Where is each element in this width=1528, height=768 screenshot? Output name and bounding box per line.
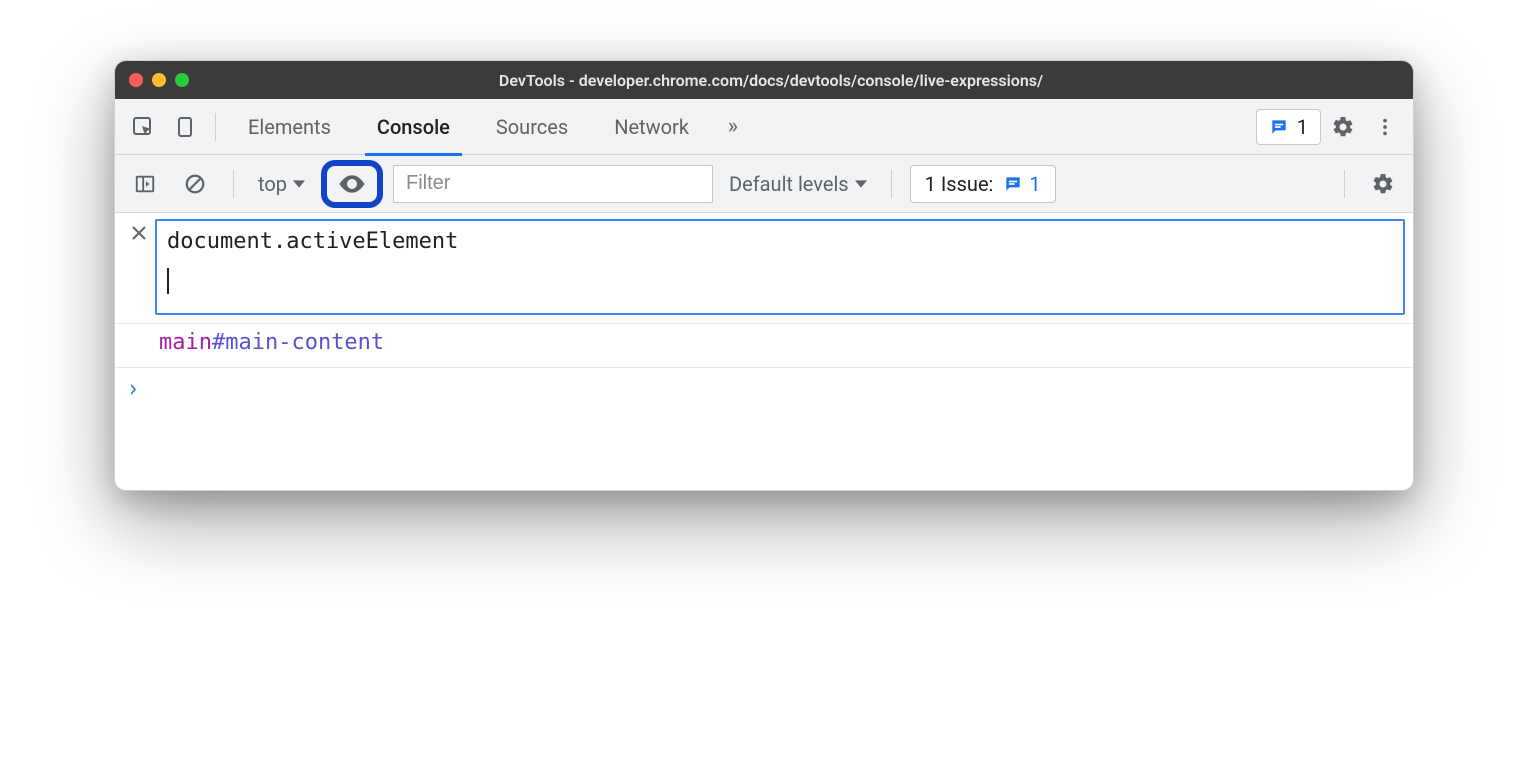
console-sidebar-toggle-icon[interactable]	[125, 164, 165, 204]
window-controls	[129, 73, 189, 87]
divider	[891, 170, 892, 198]
devtools-window: DevTools - developer.chrome.com/docs/dev…	[114, 60, 1414, 491]
close-window-button[interactable]	[129, 73, 143, 87]
issues-pill[interactable]: 1 Issue: 1	[910, 165, 1056, 203]
divider	[215, 113, 216, 141]
console-prompt[interactable]: ›	[115, 368, 1413, 490]
settings-gear-icon[interactable]	[1323, 107, 1363, 147]
divider	[233, 170, 234, 198]
clear-console-icon[interactable]	[175, 164, 215, 204]
titlebar: DevTools - developer.chrome.com/docs/dev…	[115, 61, 1413, 99]
more-menu-icon[interactable]	[1365, 107, 1405, 147]
main-tabs: Elements Console Sources Network » 1	[115, 99, 1413, 155]
tab-sources[interactable]: Sources	[474, 99, 590, 155]
expression-text: document.activeElement	[167, 229, 1393, 254]
live-expression-row: document.activeElement	[115, 213, 1413, 324]
divider	[1344, 170, 1345, 198]
chat-icon	[1003, 174, 1023, 194]
create-live-expression-button[interactable]	[321, 160, 383, 208]
inspect-element-icon[interactable]	[123, 107, 163, 147]
remove-live-expression-button[interactable]	[123, 219, 155, 315]
header-issues-badge[interactable]: 1	[1256, 109, 1321, 145]
chevron-down-icon	[855, 178, 867, 190]
context-label: top	[258, 172, 287, 196]
tab-console[interactable]: Console	[355, 99, 472, 155]
chevron-down-icon	[293, 178, 305, 190]
result-id: #main-content	[212, 330, 384, 355]
maximize-window-button[interactable]	[175, 73, 189, 87]
chat-icon	[1269, 117, 1289, 137]
prompt-chevron-icon: ›	[127, 374, 139, 403]
console-settings-gear-icon[interactable]	[1363, 164, 1403, 204]
tab-elements[interactable]: Elements	[226, 99, 353, 155]
issues-label: 1 Issue:	[925, 172, 994, 196]
console-body: document.activeElement main#main-content…	[115, 213, 1413, 490]
tabs-overflow-icon[interactable]: »	[713, 107, 753, 147]
result-tag: main	[159, 330, 212, 355]
console-toolbar: top Default levels 1 Issue: 1	[115, 155, 1413, 213]
window-title: DevTools - developer.chrome.com/docs/dev…	[199, 71, 1343, 90]
device-toolbar-icon[interactable]	[165, 107, 205, 147]
tab-network[interactable]: Network	[592, 99, 711, 155]
levels-label: Default levels	[729, 172, 849, 196]
live-expression-editor[interactable]: document.activeElement	[155, 219, 1405, 315]
execution-context-selector[interactable]: top	[252, 172, 311, 196]
header-issues-count: 1	[1297, 115, 1308, 139]
eye-icon	[337, 169, 367, 199]
filter-input[interactable]	[393, 165, 713, 203]
live-expression-result[interactable]: main#main-content	[115, 324, 1413, 368]
minimize-window-button[interactable]	[152, 73, 166, 87]
issues-count: 1	[1029, 172, 1040, 196]
text-cursor	[167, 268, 169, 294]
close-icon	[131, 225, 147, 241]
log-levels-selector[interactable]: Default levels	[723, 172, 873, 196]
